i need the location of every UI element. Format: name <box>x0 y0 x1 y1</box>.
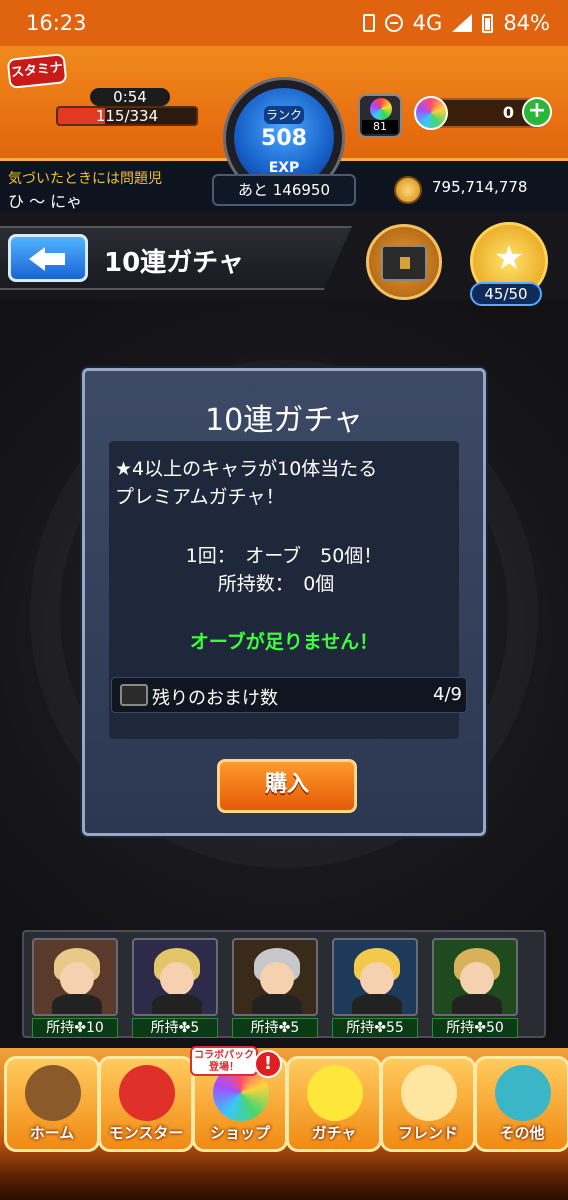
star-icon: ★ <box>493 238 525 278</box>
chest-icon <box>120 684 148 706</box>
gold-coin-icon <box>394 176 422 204</box>
exp-box: EXP あと 146950 <box>212 160 356 206</box>
rank-value: 508 <box>261 126 307 151</box>
cost-line: 1回： オーブ 50個！ <box>185 545 383 567</box>
bonus-label: 残りのおまけ数 <box>152 688 278 709</box>
character-face <box>460 962 494 996</box>
exp-remaining: あと 146950 <box>237 181 331 199</box>
orb-icon <box>414 96 448 130</box>
character-owned-count: 所持✤5 <box>132 1018 218 1038</box>
character-owned-count: 所持✤5 <box>232 1018 318 1038</box>
stamina-bar: 115/334 <box>56 106 198 126</box>
nav-home[interactable]: ホーム <box>4 1056 100 1152</box>
do-not-disturb-icon <box>384 14 403 32</box>
featured-character[interactable]: 所持✤5 <box>132 938 218 1038</box>
orb-count: 0 <box>502 103 514 122</box>
character-portrait <box>432 938 518 1016</box>
bonus-chest-button[interactable] <box>366 224 442 300</box>
nav-monster[interactable]: モンスター <box>98 1056 194 1152</box>
user-title: 気づいたときには問題児 <box>8 171 162 187</box>
gacha-icon <box>307 1065 363 1121</box>
alert-icon: ! <box>254 1050 282 1078</box>
nav-label: その他 <box>499 1124 545 1142</box>
nav-friend[interactable]: フレンド <box>380 1056 476 1152</box>
character-body <box>452 994 502 1014</box>
pack-count: 81 <box>362 120 398 134</box>
chest-icon <box>381 245 427 281</box>
gacha-dialog: 10連ガチャ ★4以上のキャラが10体当たる プレミアムガチャ！ 1回： オーブ… <box>82 368 486 836</box>
home-icon <box>25 1065 81 1121</box>
bonus-remaining-row: 残りのおまけ数 4/9 <box>111 677 467 713</box>
other-icon <box>495 1065 551 1121</box>
nav-label: ショップ <box>209 1124 270 1142</box>
stamina-label: スタミナ <box>6 53 68 89</box>
friend-icon <box>401 1065 457 1121</box>
chest-lock <box>400 257 410 269</box>
character-owned-count: 所持✤10 <box>32 1018 118 1038</box>
rank-label: ランク <box>264 106 304 124</box>
username: ひ ～ にゃ <box>8 192 83 211</box>
character-portrait <box>132 938 218 1016</box>
dialog-title: 10連ガチャ <box>205 403 363 438</box>
nav-other[interactable]: その他 <box>474 1056 568 1152</box>
back-arrow-shaft <box>43 253 65 265</box>
character-portrait <box>232 938 318 1016</box>
character-body <box>252 994 302 1014</box>
featured-character[interactable]: 所持✤50 <box>432 938 518 1038</box>
character-face <box>260 962 294 996</box>
character-face <box>60 962 94 996</box>
character-face <box>360 962 394 996</box>
character-body <box>352 994 402 1014</box>
stamina-meter[interactable]: 0:54 115/334 <box>56 88 198 128</box>
back-button[interactable] <box>8 234 88 282</box>
star-count: 45/50 <box>470 282 542 306</box>
character-face <box>160 962 194 996</box>
gold-value: 795,714,778 <box>432 178 528 196</box>
nav-label: ホーム <box>29 1124 75 1142</box>
featured-character[interactable]: 所持✤10 <box>32 938 118 1038</box>
character-body <box>52 994 102 1014</box>
dialog-body: ★4以上のキャラが10体当たる プレミアムガチャ！ 1回： オーブ 50個！ 所… <box>109 441 467 739</box>
exp-label: EXP <box>268 160 300 176</box>
buy-button[interactable]: 購入 <box>217 759 357 813</box>
character-portrait <box>332 938 418 1016</box>
nav-label: フレンド <box>397 1124 458 1142</box>
featured-character[interactable]: 所持✤5 <box>232 938 318 1038</box>
character-portrait <box>32 938 118 1016</box>
page-title: 10連ガチャ <box>104 248 244 278</box>
phone-icon <box>362 14 375 32</box>
battery-level: 84% <box>503 11 550 35</box>
character-body <box>152 994 202 1014</box>
stamina-timer: 0:54 <box>90 88 170 106</box>
orb-pack-icon <box>370 98 392 120</box>
stamina-value: 115/334 <box>95 107 159 125</box>
add-orb-button[interactable]: + <box>522 97 552 127</box>
character-owned-count: 所持✤55 <box>332 1018 418 1038</box>
collab-pack-badge: コラボパック 登場！ <box>190 1046 258 1076</box>
status-time: 16:23 <box>26 11 87 35</box>
network-label: 4G <box>412 11 443 35</box>
description-line-1: ★4以上のキャラが10体当たる <box>115 458 378 480</box>
featured-characters: 所持✤10 所持✤5 所持✤5 所持✤55 所持✤50 <box>22 930 546 1038</box>
status-icons: 4G 84% <box>362 11 550 35</box>
gacha-description: ★4以上のキャラが10体当たる プレミアムガチャ！ <box>115 455 377 511</box>
battery-icon <box>482 13 494 33</box>
nav-label: ガチャ <box>311 1124 357 1142</box>
insufficient-orb-warning: オーブが足りません！ <box>189 631 379 653</box>
character-owned-count: 所持✤50 <box>432 1018 518 1038</box>
signal-icon <box>452 14 473 32</box>
owned-line: 所持数： 0個 <box>217 573 335 595</box>
status-bar: 16:23 4G 84% <box>0 0 568 46</box>
nav-gacha[interactable]: ガチャ <box>286 1056 382 1152</box>
monster-icon <box>119 1065 175 1121</box>
featured-character[interactable]: 所持✤55 <box>332 938 418 1038</box>
bonus-value: 4/9 <box>433 684 462 705</box>
nav-label: モンスター <box>108 1124 184 1142</box>
bottom-navigation: ホーム モンスター ショップ ガチャ フレンド その他 <box>0 1048 568 1200</box>
orb-counter: 0 + <box>414 96 552 130</box>
description-line-2: プレミアムガチャ！ <box>115 486 285 508</box>
orb-pack-button[interactable]: 81 <box>358 94 402 138</box>
